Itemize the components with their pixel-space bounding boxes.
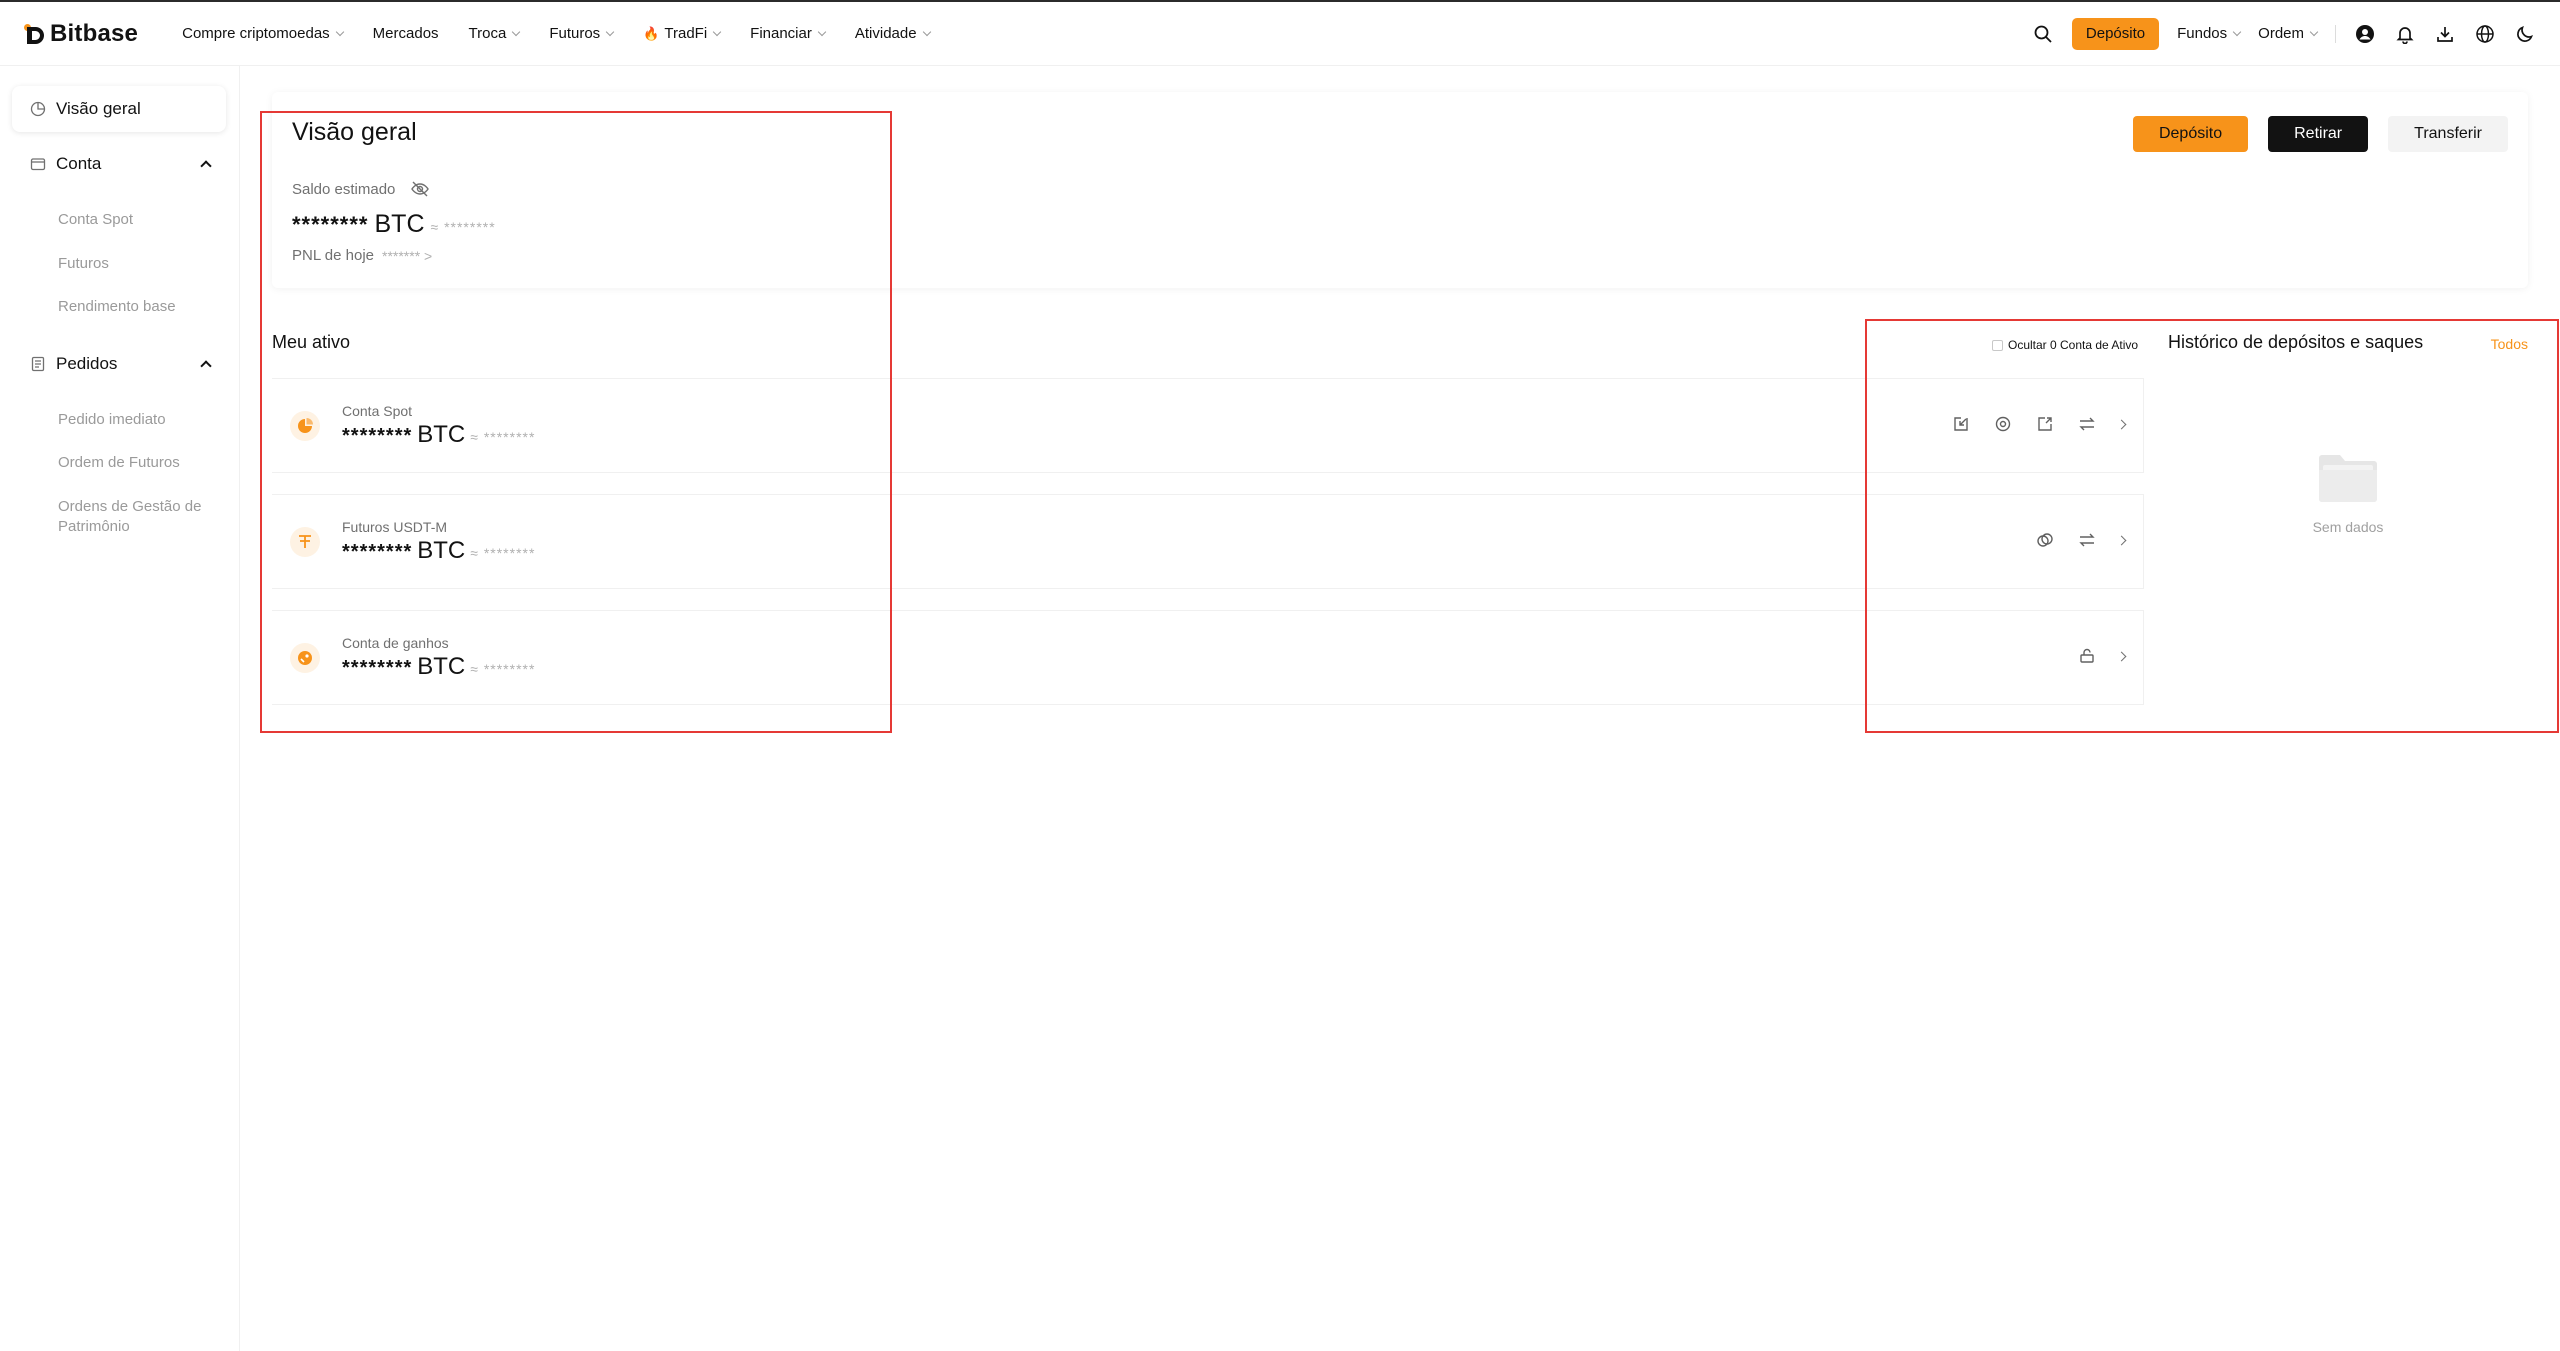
transfer-icon[interactable] xyxy=(2076,529,2098,551)
asset-name: Conta Spot xyxy=(342,403,413,419)
brand-logo[interactable]: Bitbase xyxy=(24,20,138,48)
asset-row-futures[interactable]: Futuros USDT-M ******** BTC ≈ ******** xyxy=(272,494,2144,589)
globe-icon[interactable] xyxy=(2474,23,2496,45)
empty-state: Sem dados xyxy=(2290,450,2406,535)
withdraw-button[interactable]: Retirar xyxy=(2268,116,2369,152)
pnl-label: PNL de hoje xyxy=(292,247,375,264)
chevron-down-icon xyxy=(605,27,615,36)
sidebar-item-futures[interactable]: Futuros xyxy=(58,254,218,274)
chevron-down-icon xyxy=(712,27,722,36)
empty-text: Sem dados xyxy=(2312,519,2384,535)
convert-icon[interactable] xyxy=(1992,413,2014,435)
nav-funds[interactable]: Fundos xyxy=(2177,25,2242,42)
chevron-right-icon[interactable] xyxy=(2116,535,2127,545)
my-assets-title: Meu ativo xyxy=(272,332,351,352)
sidebar-item-spot-account[interactable]: Conta Spot xyxy=(58,210,218,230)
pie-chart-icon xyxy=(290,411,320,441)
estimated-balance: ******** BTC ≈ ******** xyxy=(292,210,496,239)
nav-item-buy-crypto[interactable]: Compre criptomoedas xyxy=(182,25,344,42)
sidebar-item-wealth-orders[interactable]: Ordens de Gestão de Patrimônio xyxy=(58,497,218,537)
sidebar: Visão geral Conta Conta Spot Futuros Ren… xyxy=(0,66,240,1351)
asset-row-spot[interactable]: Conta Spot ******** BTC ≈ ******** xyxy=(272,378,2144,473)
asset-row-earn[interactable]: Conta de ganhos ******** BTC ≈ ******** xyxy=(272,610,2144,705)
asset-actions xyxy=(1950,413,2127,435)
nav-item-futures[interactable]: Futuros xyxy=(549,25,615,42)
nav-right: Depósito Fundos Ordem xyxy=(2032,17,2536,50)
asset-value: ******** BTC ≈ ******** xyxy=(342,421,536,448)
overview-card: Visão geral Saldo estimado ******** BTC … xyxy=(272,92,2528,288)
coins-icon[interactable] xyxy=(2034,529,2056,551)
checkbox-icon[interactable] xyxy=(1992,339,2003,351)
wallet-icon xyxy=(30,156,46,172)
sidebar-group-orders[interactable]: Pedidos xyxy=(30,354,212,374)
chevron-down-icon xyxy=(817,27,827,36)
nav-item-trade[interactable]: Troca xyxy=(469,25,521,42)
document-icon xyxy=(30,356,46,372)
folder-icon xyxy=(2317,450,2379,509)
nav-divider xyxy=(2335,24,2336,43)
asset-actions xyxy=(2034,529,2127,551)
pie-chart-icon xyxy=(30,101,46,117)
chevron-down-icon xyxy=(335,27,344,36)
chevron-down-icon xyxy=(2232,27,2242,36)
pnl-value: ******* > xyxy=(382,247,433,264)
page-title: Visão geral xyxy=(292,118,417,146)
asset-value: ******** BTC ≈ ******** xyxy=(342,653,536,680)
fire-icon: 🔥 xyxy=(643,25,660,41)
search-icon[interactable] xyxy=(2032,23,2054,45)
asset-name: Futuros USDT-M xyxy=(342,519,448,535)
logo-icon xyxy=(24,23,46,45)
sidebar-item-label: Visão geral xyxy=(56,99,141,118)
eye-off-icon[interactable] xyxy=(409,178,431,200)
balance-value: ******** xyxy=(292,212,369,237)
balance-currency: BTC xyxy=(374,210,425,238)
nav-item-markets[interactable]: Mercados xyxy=(373,25,439,42)
transfer-button[interactable]: Transferir xyxy=(2388,116,2508,152)
transfer-icon[interactable] xyxy=(2076,413,2098,435)
sidebar-group-label: Pedidos xyxy=(56,354,118,373)
sidebar-item-base-yield[interactable]: Rendimento base xyxy=(58,297,218,317)
deposit-button[interactable]: Depósito xyxy=(2132,116,2249,152)
sidebar-group-account[interactable]: Conta xyxy=(30,154,212,174)
top-navigation: Bitbase Compre criptomoedas Mercados Tro… xyxy=(0,0,2560,66)
estimated-balance-label: Saldo estimado xyxy=(292,178,431,200)
chevron-up-icon xyxy=(200,160,212,172)
balance-approx: ≈ ******** xyxy=(430,219,496,235)
chevron-down-icon xyxy=(512,27,521,36)
moon-icon[interactable] xyxy=(2514,23,2536,45)
view-all-link[interactable]: Todos xyxy=(2491,336,2528,352)
deposit-button-top[interactable]: Depósito xyxy=(2071,17,2160,50)
brand-name: Bitbase xyxy=(50,19,139,47)
chevron-right-icon[interactable] xyxy=(2116,651,2127,661)
nav-item-activity[interactable]: Atividade xyxy=(855,25,931,42)
tag-icon xyxy=(290,643,320,673)
asset-actions xyxy=(2076,645,2127,667)
nav-order[interactable]: Ordem xyxy=(2258,25,2319,42)
sidebar-group-label: Conta xyxy=(56,154,102,173)
hide-zero-checkbox[interactable]: Ocultar 0 Conta de Ativo xyxy=(1992,338,2138,352)
today-pnl[interactable]: PNL de hoje ******* > xyxy=(292,247,432,264)
deposit-icon[interactable] xyxy=(1950,413,1972,435)
tether-icon xyxy=(290,527,320,557)
sidebar-item-spot-order[interactable]: Pedido imediato xyxy=(58,410,218,430)
history-title: Histórico de depósitos e saques xyxy=(2168,332,2424,352)
asset-value: ******** BTC ≈ ******** xyxy=(342,537,536,564)
nav-item-finance[interactable]: Financiar xyxy=(750,25,827,42)
asset-name: Conta de ganhos xyxy=(342,635,449,651)
chevron-down-icon xyxy=(2309,27,2319,36)
sidebar-item-futures-order[interactable]: Ordem de Futuros xyxy=(58,453,218,473)
main-nav: Compre criptomoedas Mercados Troca Futur… xyxy=(182,25,931,42)
overview-actions: Depósito Retirar Transferir xyxy=(2132,116,2508,152)
lock-icon[interactable] xyxy=(2076,645,2098,667)
nav-item-tradfi[interactable]: 🔥 TradFi xyxy=(643,25,722,42)
chevron-down-icon xyxy=(922,27,931,36)
user-icon[interactable] xyxy=(2354,23,2376,45)
chevron-right-icon[interactable] xyxy=(2116,419,2127,429)
chevron-up-icon xyxy=(200,360,212,372)
bell-icon[interactable] xyxy=(2394,23,2416,45)
download-icon[interactable] xyxy=(2434,23,2456,45)
sidebar-item-overview[interactable]: Visão geral xyxy=(12,86,226,132)
withdraw-icon[interactable] xyxy=(2034,413,2056,435)
